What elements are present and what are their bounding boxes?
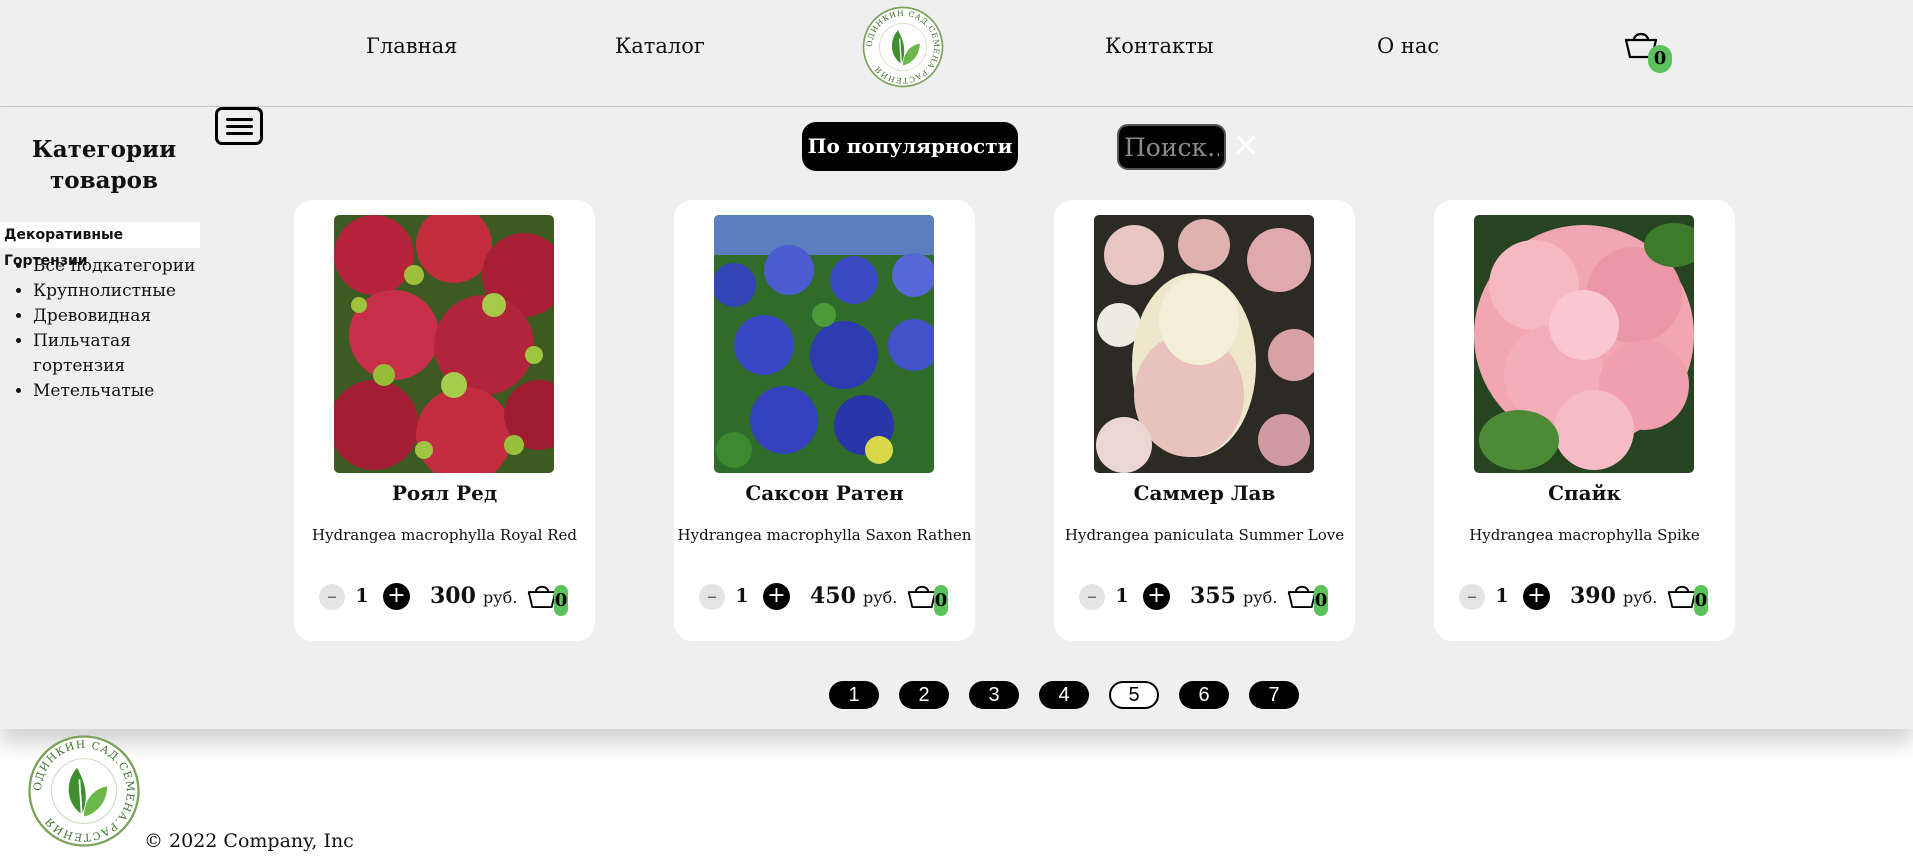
product-image[interactable] — [1474, 215, 1694, 473]
add-to-cart-button[interactable]: 0 — [527, 583, 569, 617]
product-card: Роял Ред Hydrangea macrophylla Royal Red… — [294, 200, 595, 641]
product-name: Саксон Ратен — [745, 481, 904, 505]
quantity-increase-button[interactable]: + — [763, 583, 790, 610]
product-latin-name: Hydrangea macrophylla Spike — [1469, 526, 1700, 544]
page-button-1[interactable]: 1 — [829, 681, 879, 709]
page-button-4[interactable]: 4 — [1039, 681, 1089, 709]
basket-icon — [907, 585, 937, 609]
product-price: 390 руб. — [1570, 583, 1658, 609]
page-button-6[interactable]: 6 — [1179, 681, 1229, 709]
product-latin-name: Hydrangea paniculata Summer Love — [1064, 526, 1345, 544]
subcategory-list: Все подкатегории Крупнолистные Древовидн… — [10, 254, 218, 404]
sidebar-title: Категории товаров — [31, 136, 177, 194]
product-price: 355 руб. — [1190, 583, 1278, 609]
quantity-value: 1 — [1495, 585, 1509, 607]
nav-home[interactable]: Главная — [366, 34, 457, 58]
quantity-decrease-button[interactable]: – — [1079, 584, 1105, 610]
card-cart-count-badge: 0 — [554, 585, 568, 616]
page-button-2[interactable]: 2 — [899, 681, 949, 709]
product-price: 450 руб. — [810, 583, 898, 609]
quantity-value: 1 — [1115, 585, 1129, 607]
page-button-3[interactable]: 3 — [969, 681, 1019, 709]
header-cart-button[interactable]: 0 — [1624, 28, 1672, 78]
product-name: Саммер Лав — [1133, 481, 1276, 505]
page-button-7[interactable]: 7 — [1249, 681, 1299, 709]
add-to-cart-button[interactable]: 0 — [907, 583, 949, 617]
product-price: 300 руб. — [430, 583, 518, 609]
page-button-5[interactable]: 5 — [1109, 681, 1159, 709]
quantity-increase-button[interactable]: + — [383, 583, 410, 610]
quantity-decrease-button[interactable]: – — [1459, 584, 1485, 610]
search-input[interactable] — [1117, 124, 1226, 170]
basket-icon — [1667, 585, 1697, 609]
product-latin-name: Hydrangea macrophylla Saxon Rathen — [677, 526, 972, 544]
cart-count-badge: 0 — [1648, 45, 1672, 73]
basket-icon — [527, 585, 557, 609]
subcategory-item[interactable]: Крупнолистные — [33, 279, 218, 304]
card-cart-count-badge: 0 — [934, 585, 948, 616]
basket-icon — [1287, 585, 1317, 609]
site-header: Главная Каталог ОДИНКИН САД.СЕМЕНА.РАСТЕ… — [0, 0, 1913, 107]
quantity-decrease-button[interactable]: – — [699, 584, 725, 610]
nav-contacts[interactable]: Контакты — [1105, 34, 1214, 58]
add-to-cart-button[interactable]: 0 — [1667, 583, 1709, 617]
quantity-increase-button[interactable]: + — [1143, 583, 1170, 610]
product-card: Спайк Hydrangea macrophylla Spike – 1 + … — [1434, 200, 1735, 641]
product-name: Роял Ред — [391, 481, 498, 505]
product-image[interactable] — [714, 215, 934, 473]
nav-catalog[interactable]: Каталог — [615, 34, 705, 58]
product-card: Саммер Лав Hydrangea paniculata Summer L… — [1054, 200, 1355, 641]
nav-about[interactable]: О нас — [1377, 34, 1439, 58]
close-icon[interactable]: ✕ — [1232, 126, 1262, 166]
quantity-value: 1 — [355, 585, 369, 607]
product-image[interactable] — [1094, 215, 1314, 473]
subcategory-item[interactable]: Древовидная — [33, 304, 218, 329]
quantity-increase-button[interactable]: + — [1523, 583, 1550, 610]
copyright-text: © 2022 Company, Inc — [144, 830, 354, 852]
sort-popularity-button[interactable]: По популярности — [802, 122, 1018, 171]
product-name: Спайк — [1548, 481, 1621, 505]
card-cart-count-badge: 0 — [1694, 585, 1708, 616]
footer-logo[interactable]: ОДИНКИН САД.СЕМЕНА.РАСТЕНИЯ — [26, 733, 142, 849]
product-latin-name: Hydrangea macrophylla Royal Red — [311, 526, 577, 544]
add-to-cart-button[interactable]: 0 — [1287, 583, 1329, 617]
quantity-value: 1 — [735, 585, 749, 607]
subcategory-item[interactable]: Все подкатегории — [33, 254, 218, 279]
subcategory-item[interactable]: Метельчатые — [33, 379, 218, 404]
product-image[interactable] — [334, 215, 554, 473]
quantity-decrease-button[interactable]: – — [319, 584, 345, 610]
category-label[interactable]: Декоративные Гортензии — [0, 222, 200, 269]
subcategory-item[interactable]: Пильчатая гортензия — [33, 329, 218, 379]
card-cart-count-badge: 0 — [1314, 585, 1328, 616]
hamburger-menu-icon[interactable] — [215, 107, 263, 145]
header-logo[interactable]: ОДИНКИН САД.СЕМЕНА.РАСТЕНИЯ — [861, 5, 945, 89]
product-card: Саксон Ратен Hydrangea macrophylla Saxon… — [674, 200, 975, 641]
